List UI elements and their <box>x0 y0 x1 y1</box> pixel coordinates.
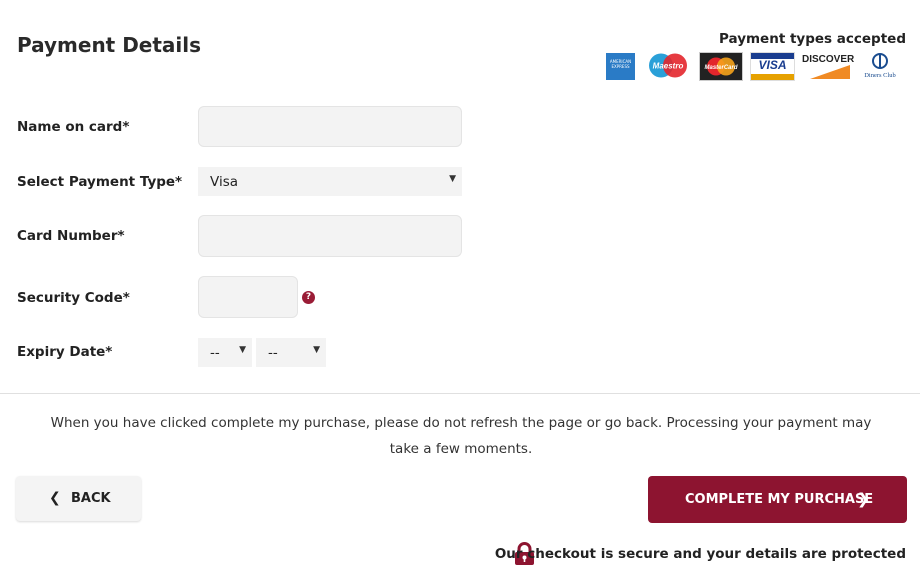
visa-icon: VISA <box>750 52 795 81</box>
expiry-month-value: -- <box>210 345 220 361</box>
chevron-down-icon: ▼ <box>239 345 246 355</box>
chevron-right-icon: ❯ <box>857 490 870 508</box>
amex-icon: AMERICAN EXPRESS <box>606 53 635 80</box>
payment-type-select[interactable]: Visa ▼ <box>198 167 462 196</box>
discover-icon: DISCOVER <box>802 52 855 79</box>
visa-stripe-bottom <box>751 74 794 80</box>
card-number-input[interactable] <box>198 215 462 257</box>
expiry-year-value: -- <box>268 345 278 361</box>
name-on-card-input[interactable] <box>198 106 462 147</box>
discover-logo-text: DISCOVER <box>802 54 855 65</box>
mastercard-icon: MasterCard <box>699 52 743 81</box>
payment-types-label: Payment types accepted <box>718 31 906 47</box>
chevron-down-icon: ▼ <box>449 174 456 184</box>
section-divider <box>0 393 920 394</box>
chevron-down-icon: ▼ <box>313 345 320 355</box>
visa-logo-text: VISA <box>758 58 787 72</box>
discover-accent <box>810 65 850 79</box>
mastercard-logo-text: MasterCard <box>704 65 737 71</box>
diners-logo-text: Diners Club <box>864 72 896 79</box>
back-button[interactable]: ❮ BACK <box>16 476 141 521</box>
amex-logo-text: AMERICAN EXPRESS <box>609 59 632 69</box>
payment-type-value: Visa <box>210 174 238 190</box>
name-on-card-label: Name on card* <box>17 119 130 135</box>
back-button-label: BACK <box>71 491 111 506</box>
page-title: Payment Details <box>17 33 202 57</box>
processing-note: When you have clicked complete my purcha… <box>50 415 872 457</box>
complete-purchase-button[interactable]: COMPLETE MY PURCHASE ❯ <box>648 476 907 523</box>
card-number-label: Card Number* <box>17 228 125 244</box>
expiry-date-label: Expiry Date* <box>17 344 113 360</box>
diners-club-icon: Diners Club <box>864 53 896 79</box>
expiry-year-select[interactable]: -- ▼ <box>256 338 326 367</box>
expiry-month-select[interactable]: -- ▼ <box>198 338 252 367</box>
security-code-label: Security Code* <box>17 290 130 306</box>
maestro-logo-text: Maestro <box>653 62 684 71</box>
secure-checkout-text: Our checkout is secure and your details … <box>494 546 906 562</box>
complete-purchase-label: COMPLETE MY PURCHASE <box>685 492 874 507</box>
payment-type-label: Select Payment Type* <box>17 174 183 190</box>
help-icon[interactable]: ? <box>302 291 315 304</box>
security-code-input[interactable] <box>198 276 298 318</box>
maestro-icon: Maestro <box>649 53 687 78</box>
chevron-left-icon: ❮ <box>49 490 61 506</box>
